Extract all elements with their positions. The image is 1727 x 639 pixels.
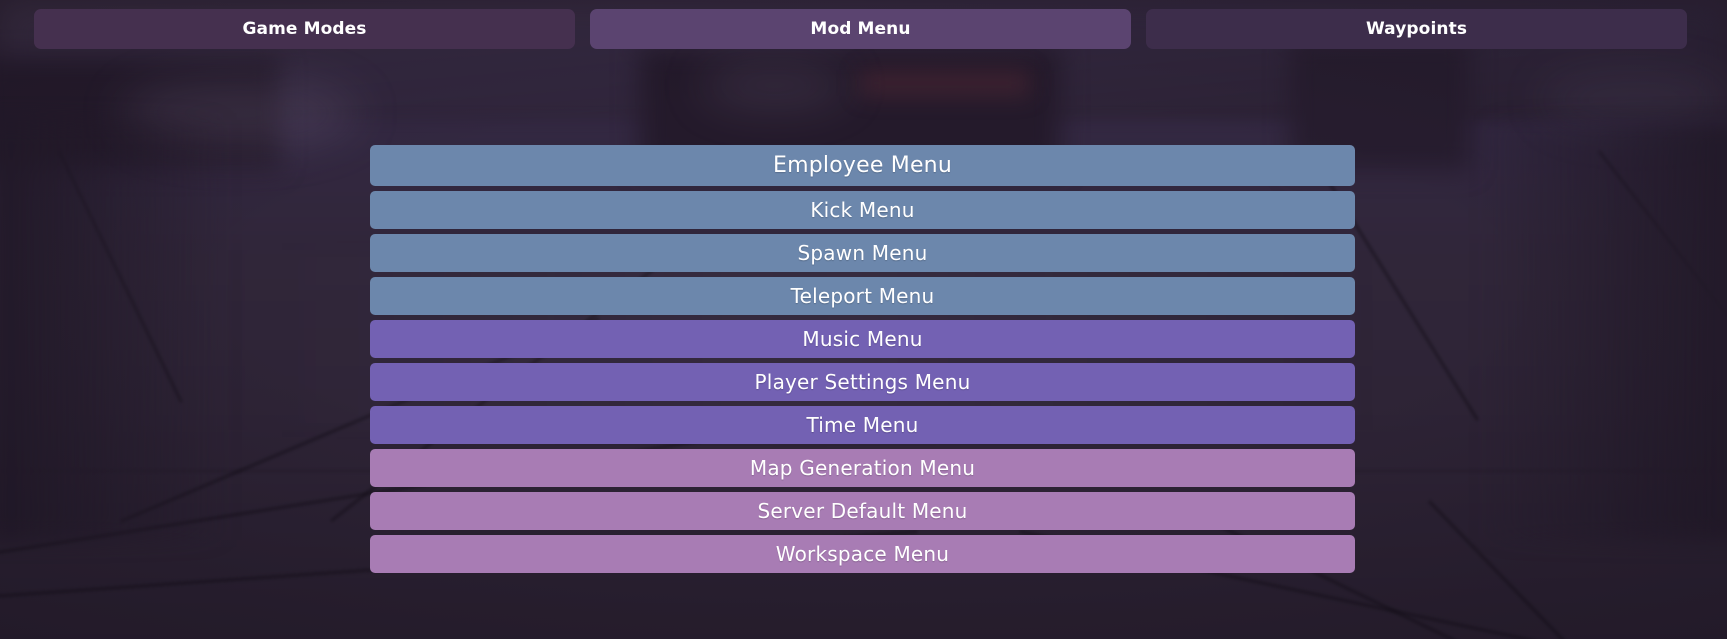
menu-item-time-menu[interactable]: Time Menu (370, 406, 1355, 444)
menu-item-player-settings-menu[interactable]: Player Settings Menu (370, 363, 1355, 401)
menu-item-label: Time Menu (806, 413, 919, 437)
tab-waypoints[interactable]: Waypoints (1146, 9, 1687, 49)
menu-item-label: Kick Menu (810, 198, 915, 222)
menu-item-employee-menu[interactable]: Employee Menu (370, 145, 1355, 186)
menu-item-label: Teleport Menu (790, 284, 935, 308)
menu-item-spawn-menu[interactable]: Spawn Menu (370, 234, 1355, 272)
menu-item-music-menu[interactable]: Music Menu (370, 320, 1355, 358)
menu-item-label: Employee Menu (773, 153, 952, 178)
mod-menu-list: Employee Menu Kick Menu Spawn Menu Telep… (370, 145, 1355, 573)
background-right-wall (1480, 120, 1727, 540)
menu-item-teleport-menu[interactable]: Teleport Menu (370, 277, 1355, 315)
background-left-wall (0, 120, 230, 540)
tab-label: Waypoints (1365, 19, 1468, 39)
menu-item-label: Workspace Menu (775, 542, 950, 566)
tab-game-modes[interactable]: Game Modes (34, 9, 575, 49)
menu-item-server-default-menu[interactable]: Server Default Menu (370, 492, 1355, 530)
menu-item-label: Server Default Menu (757, 499, 968, 523)
menu-item-label: Player Settings Menu (754, 370, 971, 394)
menu-item-map-generation-menu[interactable]: Map Generation Menu (370, 449, 1355, 487)
menu-item-label: Spawn Menu (797, 241, 928, 265)
background-highlight-red (860, 70, 1030, 96)
tab-mod-menu[interactable]: Mod Menu (590, 9, 1131, 49)
menu-item-workspace-menu[interactable]: Workspace Menu (370, 535, 1355, 573)
background-glow-center (700, 62, 850, 108)
menu-item-label: Map Generation Menu (749, 456, 976, 480)
top-tab-bar: Game Modes Mod Menu Waypoints (0, 0, 1727, 58)
menu-item-kick-menu[interactable]: Kick Menu (370, 191, 1355, 229)
menu-item-label: Music Menu (802, 327, 923, 351)
tab-label: Mod Menu (810, 19, 911, 39)
tab-label: Game Modes (242, 19, 367, 39)
